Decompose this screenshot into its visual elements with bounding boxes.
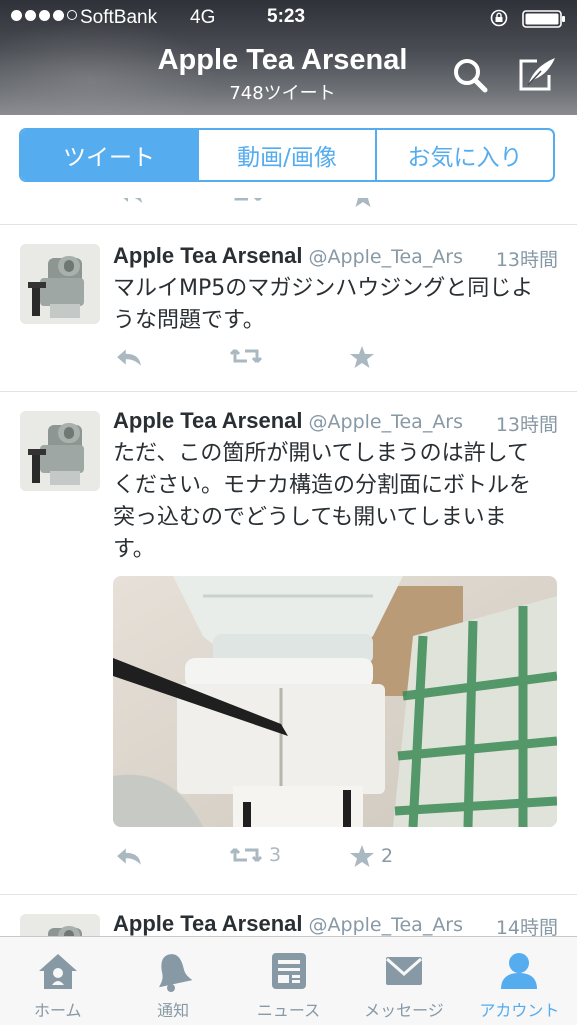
favorite-button[interactable]: [349, 345, 375, 369]
profile-header: SoftBank 4G 5:23 Apple Tea Arsenal 748ツイ…: [0, 0, 577, 115]
tab-account[interactable]: アカウント: [462, 937, 577, 1025]
tweet-text-line: 突っ込むのでどうしても開いてしまいま: [113, 505, 507, 530]
tweet-time: 14時間: [495, 917, 558, 936]
status-bar: SoftBank 4G 5:23: [0, 0, 577, 38]
reply-button[interactable]: [115, 345, 143, 367]
tweet-feed[interactable]: Apple Tea Arsenal @Apple_Tea_Ars 13時間 マルイ…: [0, 198, 577, 936]
tweet-time: 13時間: [495, 414, 558, 436]
avatar[interactable]: [20, 411, 100, 491]
tab-tweets[interactable]: ツイート: [21, 130, 197, 180]
news-icon: [271, 953, 306, 989]
tweet-text-line: マルイMP5のマガジンハウジングと同じよ: [113, 276, 534, 301]
author-name[interactable]: Apple Tea Arsenal: [113, 408, 303, 433]
network-type: 4G: [190, 7, 216, 28]
bell-icon: [159, 954, 193, 992]
person-icon: [501, 953, 538, 989]
reply-button[interactable]: [115, 844, 143, 866]
tweet-photo[interactable]: [113, 576, 557, 827]
tweet-text-line: うな問題です。: [113, 308, 265, 333]
retweet-button[interactable]: [229, 345, 263, 367]
bottom-tab-bar: ホーム 通知 ニュース メッセージ アカウント: [0, 936, 577, 1025]
bottle-photo-image: [113, 576, 557, 827]
tab-messages-label: メッセージ: [364, 1001, 444, 1020]
signal-strength-icon: [11, 10, 77, 21]
profile-tabs-area: ツイート 動画/画像 お気に入り: [0, 115, 577, 199]
tweet-text: ただ、この箇所が開いてしまうのは許して ください。モナカ構造の分割面にボトルを …: [113, 438, 561, 566]
rotation-lock-icon: [490, 9, 508, 27]
tweet-text-line: す。: [113, 537, 155, 562]
tab-notifications[interactable]: 通知: [115, 937, 230, 1025]
search-icon[interactable]: [450, 55, 490, 95]
tweet-time: 13時間: [495, 249, 558, 271]
reply-icon: [117, 349, 141, 366]
tweet-header: Apple Tea Arsenal @Apple_Tea_Ars 13時間: [113, 243, 558, 273]
retweet-icon: [229, 348, 263, 364]
previous-tweet-actions: [0, 198, 577, 208]
tweet-item[interactable]: Apple Tea Arsenal @Apple_Tea_Ars 13時間 ただ、…: [0, 391, 577, 894]
profile-tabs: ツイート 動画/画像 お気に入り: [19, 128, 555, 182]
retweet-button[interactable]: 3: [229, 844, 281, 866]
tweet-text-line: ください。モナカ構造の分割面にボトルを: [113, 473, 532, 498]
tab-messages[interactable]: メッセージ: [346, 937, 461, 1025]
reply-icon: [117, 848, 141, 865]
tab-favorites[interactable]: お気に入り: [375, 130, 553, 180]
tweet-item[interactable]: Apple Tea Arsenal @Apple_Tea_Ars 14時間: [0, 894, 577, 936]
avatar[interactable]: [20, 244, 100, 324]
author-name[interactable]: Apple Tea Arsenal: [113, 243, 303, 268]
tab-media[interactable]: 動画/画像: [197, 130, 375, 180]
tweet-header: Apple Tea Arsenal @Apple_Tea_Ars 13時間: [113, 408, 558, 438]
envelope-icon: [385, 957, 422, 985]
avatar[interactable]: [20, 914, 100, 936]
tab-notifications-label: 通知: [157, 1001, 190, 1020]
tab-news[interactable]: ニュース: [231, 937, 346, 1025]
retweet-icon: [229, 847, 263, 863]
status-time: 5:23: [267, 6, 306, 27]
tweet-item[interactable]: Apple Tea Arsenal @Apple_Tea_Ars 13時間 マルイ…: [0, 224, 577, 391]
retweet-count: 3: [269, 844, 282, 866]
tweet-header: Apple Tea Arsenal @Apple_Tea_Ars 14時間: [113, 911, 558, 936]
favorite-button[interactable]: 2: [349, 844, 393, 868]
tweet-actions: 3 2: [113, 844, 413, 874]
battery-icon: [522, 10, 565, 28]
author-handle: @Apple_Tea_Ars: [308, 914, 464, 936]
author-handle: @Apple_Tea_Ars: [308, 246, 464, 268]
retweet-icon[interactable]: [230, 198, 264, 204]
home-icon: [38, 954, 77, 989]
tweet-text: マルイMP5のマガジンハウジングと同じよ うな問題です。: [113, 273, 561, 337]
compose-icon[interactable]: [515, 55, 559, 95]
author-handle: @Apple_Tea_Ars: [308, 411, 464, 433]
tab-news-label: ニュース: [256, 1001, 321, 1020]
favorite-count: 2: [381, 845, 394, 867]
tweet-text-line: ただ、この箇所が開いてしまうのは許して: [113, 441, 530, 466]
tweet-actions: [113, 345, 413, 375]
favorite-icon: [350, 346, 374, 368]
author-name[interactable]: Apple Tea Arsenal: [113, 911, 303, 936]
favorite-icon[interactable]: [350, 198, 376, 208]
tab-account-label: アカウント: [479, 1001, 560, 1020]
favorite-icon: [350, 845, 374, 867]
carrier-name: SoftBank: [80, 7, 158, 28]
tab-home[interactable]: ホーム: [0, 937, 115, 1025]
reply-icon[interactable]: [118, 198, 144, 204]
tab-home-label: ホーム: [33, 1001, 82, 1020]
